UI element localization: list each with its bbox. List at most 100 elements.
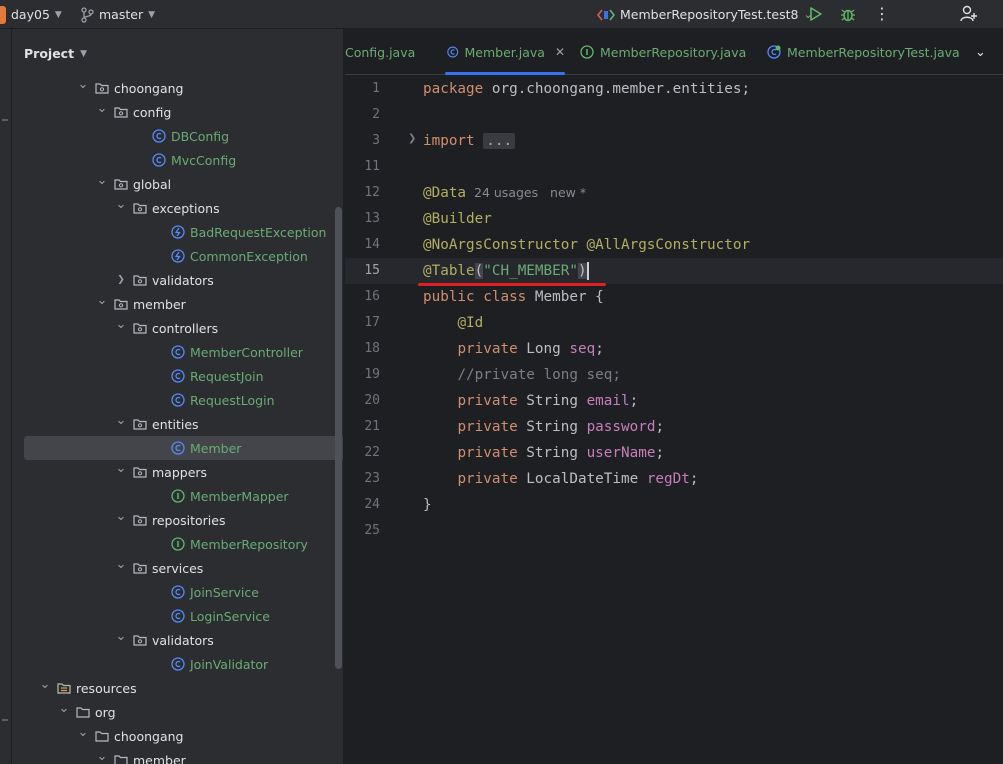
- field-name: email: [586, 393, 630, 409]
- chevron-down-icon[interactable]: ⌄: [39, 678, 51, 691]
- chevron-down-icon[interactable]: ⌄: [77, 78, 89, 91]
- keyword: package: [423, 81, 484, 97]
- run-button[interactable]: [803, 3, 827, 25]
- add-user-icon: [960, 5, 977, 22]
- folded-imports[interactable]: ...: [483, 133, 516, 149]
- tab-member-java[interactable]: Member.java ✕: [445, 29, 565, 75]
- tree-item-commonexception[interactable]: CommonException: [12, 244, 308, 268]
- chevron-down-icon[interactable]: ⌄: [115, 630, 127, 643]
- tree-item-member[interactable]: Member: [24, 436, 343, 460]
- tab-member-repository-test-java[interactable]: MemberRepositoryTest.java: [767, 29, 960, 75]
- tree-item-org[interactable]: ⌄ org: [12, 700, 116, 724]
- type-name: String: [517, 445, 587, 461]
- tree-scrollbar[interactable]: [335, 207, 342, 669]
- tree-item-label: member: [133, 296, 186, 312]
- tab-config-java[interactable]: Config.java: [345, 29, 415, 75]
- project-panel: Project ▼ ⌄ choongang ⌄ config DBConfig MvcCo…: [12, 29, 344, 764]
- tree-item-member[interactable]: ⌄ member: [12, 292, 186, 316]
- class-icon: [171, 609, 185, 623]
- code-line-14: @NoArgsConstructor @AllArgsConstructor: [423, 232, 750, 258]
- chevron-down-icon[interactable]: ⌄: [115, 462, 127, 475]
- tree-item-label: MemberRepository: [190, 536, 308, 552]
- chevron-right-icon[interactable]: ❯: [115, 275, 127, 285]
- exception-class-icon: [171, 249, 185, 263]
- field-name: seq: [569, 341, 596, 357]
- line-number-gutter: 1 2 3 11 12 13 14 15 16 17 18 19 20 21 22 23 24 25: [345, 75, 405, 764]
- semicolon: ;: [655, 419, 665, 435]
- annotation: @NoArgsConstructor: [423, 237, 578, 253]
- tree-item-global[interactable]: ⌄ global: [12, 172, 172, 196]
- more-actions-button[interactable]: ⋮: [870, 3, 894, 25]
- chevron-down-icon[interactable]: ⌄: [115, 558, 127, 571]
- code-line-17: @Id: [423, 310, 483, 336]
- field-name: regDt: [646, 471, 690, 487]
- chevron-down-icon[interactable]: ⌄: [96, 750, 108, 763]
- tree-item-memberrepository[interactable]: MemberRepository: [12, 532, 308, 556]
- tree-item-dbconfig[interactable]: DBConfig: [12, 124, 229, 148]
- tree-item-config[interactable]: ⌄ config: [12, 100, 172, 124]
- tree-item-label: choongang: [114, 728, 184, 744]
- tree-item-label: Member: [190, 440, 242, 456]
- folder-icon: [95, 729, 109, 743]
- tab-overflow-button[interactable]: ⌄: [975, 29, 986, 75]
- tree-item-joinvalidator[interactable]: JoinValidator: [12, 652, 268, 676]
- tree-item-membercontroller[interactable]: MemberController: [12, 340, 303, 364]
- tree-item-badrequestexception[interactable]: BadRequestException: [12, 220, 326, 244]
- tree-item-entities[interactable]: ⌄ entities: [12, 412, 199, 436]
- tree-item-mvcconfig[interactable]: MvcConfig: [12, 148, 236, 172]
- line-number: 1: [372, 81, 380, 96]
- tree-item-validators[interactable]: ⌄ validators: [12, 628, 214, 652]
- tab-member-repository-java[interactable]: MemberRepository.java: [580, 29, 746, 75]
- keyword: import: [423, 133, 475, 149]
- usages-hint[interactable]: 24 usages: [474, 185, 538, 200]
- chevron-down-icon[interactable]: ⌄: [96, 174, 108, 187]
- tree-item-requestlogin[interactable]: RequestLogin: [12, 388, 275, 412]
- tree-item-controllers[interactable]: ⌄ controllers: [12, 316, 219, 340]
- tree-item-label: resources: [76, 680, 137, 696]
- chevron-down-icon[interactable]: ⌄: [115, 198, 127, 211]
- chevron-down-icon[interactable]: ⌄: [77, 726, 89, 739]
- tree-item-exceptions[interactable]: ⌄ exceptions: [12, 196, 220, 220]
- branch-selector[interactable]: master ▼: [80, 0, 155, 29]
- tree-item-mappers[interactable]: ⌄ mappers: [12, 460, 208, 484]
- tree-item-choongang[interactable]: ⌄ choongang: [12, 724, 184, 748]
- tree-item-choongang[interactable]: ⌄ choongang: [12, 76, 184, 100]
- fold-expand-icon[interactable]: ❯: [408, 133, 416, 144]
- author-hint[interactable]: new *: [550, 185, 586, 200]
- tree-item-membermapper[interactable]: MemberMapper: [12, 484, 289, 508]
- code-line-20: private String email;: [423, 388, 638, 414]
- chevron-down-icon[interactable]: ⌄: [115, 318, 127, 331]
- line-number: 3: [372, 133, 380, 148]
- project-panel-header[interactable]: Project ▼: [24, 46, 87, 61]
- tree-item-member[interactable]: ⌄ member: [12, 748, 186, 764]
- tree-item-loginservice[interactable]: LoginService: [12, 604, 270, 628]
- project-badge-icon: [0, 5, 6, 24]
- chevron-down-icon[interactable]: ⌄: [96, 102, 108, 115]
- exception-class-icon: [171, 225, 185, 239]
- chevron-down-icon[interactable]: ⌄: [58, 702, 70, 715]
- chevron-down-icon[interactable]: ⌄: [115, 510, 127, 523]
- code-text: Member {: [526, 289, 604, 305]
- class-icon: [171, 369, 185, 383]
- code-line-16: public class Member {: [423, 284, 604, 310]
- line-number: 20: [364, 393, 380, 408]
- code-line-19: //private long seq;: [423, 362, 621, 388]
- code-editor[interactable]: 1 2 3 11 12 13 14 15 16 17 18 19 20 21 22 23 24 25 ❯ pack…: [345, 75, 1003, 764]
- run-config-selector[interactable]: MemberRepositoryTest.test8 ⌄: [597, 0, 813, 29]
- tree-item-resources[interactable]: ⌄ resources: [12, 676, 137, 700]
- chevron-down-icon: ⌄: [975, 44, 986, 60]
- tree-item-validators[interactable]: ❯ validators: [12, 268, 214, 292]
- project-selector[interactable]: day05 ▼: [0, 0, 62, 29]
- chevron-down-icon[interactable]: ⌄: [115, 414, 127, 427]
- tree-item-services[interactable]: ⌄ services: [12, 556, 204, 580]
- tree-item-repositories[interactable]: ⌄ repositories: [12, 508, 226, 532]
- debug-button[interactable]: [836, 3, 860, 25]
- text-caret: [586, 262, 589, 280]
- chevron-down-icon: ▼: [148, 9, 156, 20]
- close-icon[interactable]: ✕: [555, 45, 565, 59]
- tree-item-requestjoin[interactable]: RequestJoin: [12, 364, 264, 388]
- add-user-button[interactable]: [957, 3, 981, 25]
- chevron-down-icon[interactable]: ⌄: [96, 294, 108, 307]
- field-name: userName: [586, 445, 656, 461]
- tree-item-joinservice[interactable]: JoinService: [12, 580, 259, 604]
